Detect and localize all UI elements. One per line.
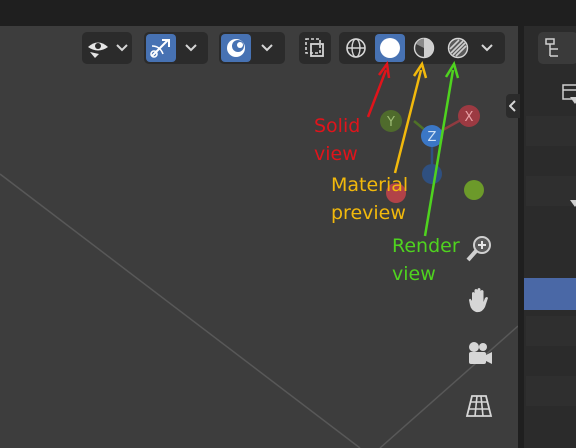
solid-shading-icon xyxy=(380,38,400,58)
gizmo-dropdown[interactable] xyxy=(144,32,208,64)
zoom-icon xyxy=(466,236,491,262)
sidebar-toggle-button[interactable] xyxy=(506,94,520,118)
chevron-down-icon xyxy=(185,44,197,52)
rendered-shading-button[interactable] xyxy=(443,34,473,62)
solid-shading-button[interactable] xyxy=(375,34,405,62)
overlay-icon xyxy=(227,39,245,57)
camera-view-button[interactable] xyxy=(463,338,495,370)
y-axis-label: Y xyxy=(386,115,395,130)
x-axis-label: X xyxy=(465,110,474,125)
outliner-filter-button[interactable] xyxy=(538,32,576,64)
camera-icon xyxy=(469,342,492,364)
rendered-shading-icon xyxy=(447,37,469,59)
chevron-down-icon xyxy=(261,44,273,52)
material-shading-button[interactable] xyxy=(409,34,439,62)
overlay-dropdown[interactable] xyxy=(219,32,285,64)
shading-options-dropdown[interactable] xyxy=(475,34,499,62)
pan-button[interactable] xyxy=(463,284,495,316)
material-preview-annotation: Material preview xyxy=(331,174,409,224)
chevron-down-icon xyxy=(116,44,128,52)
chevron-down-icon xyxy=(481,44,493,52)
top-bar xyxy=(0,0,576,26)
wireframe-shading-button[interactable] xyxy=(341,34,371,62)
perspective-toggle-button[interactable] xyxy=(463,390,495,422)
material-shading-icon xyxy=(413,37,435,59)
visibility-dropdown[interactable] xyxy=(82,32,132,64)
hand-icon xyxy=(469,288,488,313)
neg-y-axis-handle[interactable] xyxy=(464,180,484,200)
xray-icon xyxy=(305,38,324,57)
gizmo-icon xyxy=(150,39,170,58)
wireframe-shading-icon xyxy=(346,38,366,58)
shading-mode-group[interactable] xyxy=(339,32,505,64)
expand-arrow-icon[interactable] xyxy=(570,200,576,207)
neg-z-axis-handle[interactable] xyxy=(422,164,442,184)
grid-icon xyxy=(465,395,493,417)
z-axis-label: Z xyxy=(428,130,437,145)
xray-toggle[interactable] xyxy=(299,32,331,64)
selected-row[interactable] xyxy=(524,278,576,310)
outliner-icon xyxy=(545,38,558,57)
expand-arrow-icon[interactable] xyxy=(570,97,576,104)
visibility-icon xyxy=(88,42,108,58)
zoom-button[interactable] xyxy=(463,232,495,264)
properties-sidebar xyxy=(518,26,576,448)
solid-view-annotation: Solid view xyxy=(314,115,361,165)
chevron-left-icon xyxy=(509,100,516,112)
render-view-annotation: Render view xyxy=(392,235,460,285)
